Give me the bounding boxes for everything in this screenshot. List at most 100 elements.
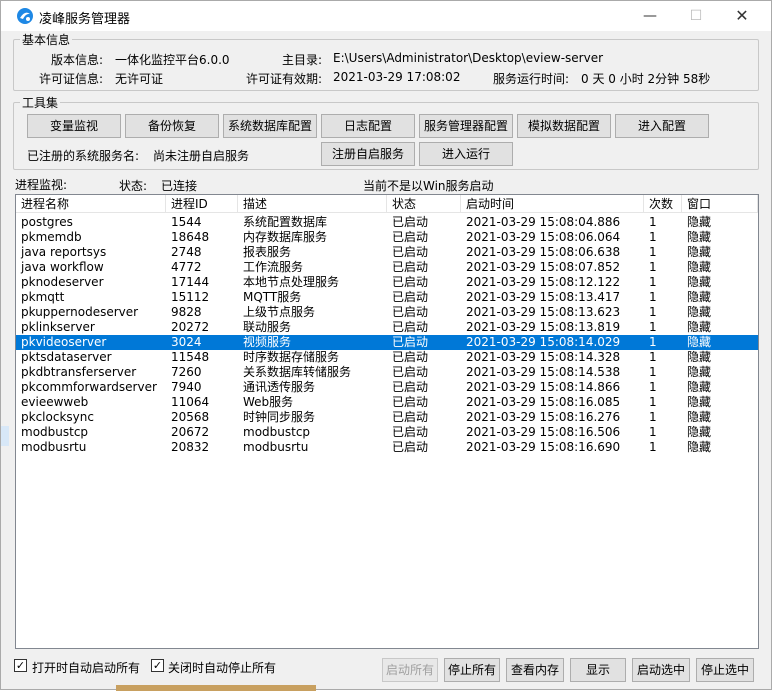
cell-description: 视频服务 — [243, 335, 292, 349]
cell-window: 隐藏 — [687, 425, 712, 439]
cell-process-name: pkclocksync — [21, 410, 94, 424]
cell-status: 已启动 — [392, 215, 429, 229]
backup-restore-button[interactable]: 备份恢复 — [125, 114, 219, 138]
cell-process-name: pktsdataserver — [21, 350, 112, 364]
cell-window: 隐藏 — [687, 215, 712, 229]
toolbox-title: 工具集 — [20, 94, 61, 111]
license-label: 许可证信息: — [39, 72, 104, 86]
table-row[interactable]: java workflow 4772 工作流服务 已启动 2021-03-29 15:0… — [16, 260, 758, 275]
column-header-window[interactable]: 窗口 — [682, 195, 758, 213]
table-row[interactable]: pkcommforwardserver 7940 通讯透传服务 已启动 2021-03-… — [16, 380, 758, 395]
service-manager-config-button[interactable]: 服务管理器配置 — [419, 114, 513, 138]
start-selected-button[interactable]: 启动选中 — [632, 658, 690, 682]
table-row[interactable]: postgres 1544 系统配置数据库 已启动 2021-03-29 15:08:0… — [16, 215, 758, 230]
process-list[interactable]: 进程名称 进程ID 描述 状态 启动时间 次数 窗口 postgres 1544 系统配置数据库… — [15, 194, 759, 649]
table-row[interactable]: modbusrtu 20832 modbusrtu 已启动 2021-03-29 15:… — [16, 440, 758, 455]
cell-process-id: 20832 — [171, 440, 210, 454]
stop-selected-button[interactable]: 停止选中 — [696, 658, 754, 682]
system-db-config-button[interactable]: 系统数据库配置 — [223, 114, 317, 138]
cell-window: 隐藏 — [687, 335, 712, 349]
auto-stop-all-checkbox[interactable]: ✓ — [151, 659, 164, 672]
log-config-button[interactable]: 日志配置 — [321, 114, 415, 138]
cell-count: 1 — [649, 245, 657, 259]
cell-count: 1 — [649, 440, 657, 454]
main-dir-label: 主目录: — [282, 53, 323, 67]
start-all-button[interactable]: 启动所有 — [382, 658, 438, 682]
cell-process-name: pklinkserver — [21, 320, 95, 334]
cell-process-name: pknodeserver — [21, 275, 104, 289]
column-header-count[interactable]: 次数 — [644, 195, 682, 213]
minimize-button[interactable]: — — [627, 1, 673, 31]
cell-process-id: 2748 — [171, 245, 202, 259]
cell-status: 已启动 — [392, 320, 429, 334]
table-row[interactable]: java reportsys 2748 报表服务 已启动 2021-03-29 15:0… — [16, 245, 758, 260]
table-row[interactable]: pkvideoserver 3024 视频服务 已启动 2021-03-29 15:08… — [16, 335, 758, 350]
table-row[interactable]: pkuppernodeserver 9828 上级节点服务 已启动 2021-03-29… — [16, 305, 758, 320]
auto-stop-all-label[interactable]: 关闭时自动停止所有 — [168, 659, 276, 676]
cell-process-name: modbusrtu — [21, 440, 87, 454]
app-logo-icon — [17, 8, 33, 24]
cell-status: 已启动 — [392, 350, 429, 364]
column-header-process-id[interactable]: 进程ID — [166, 195, 238, 213]
cell-process-id: 11064 — [171, 395, 210, 409]
table-row[interactable]: pkdbtransferserver 7260 关系数据库转储服务 已启动 2021-0… — [16, 365, 758, 380]
column-header-start-time[interactable]: 启动时间 — [461, 195, 644, 213]
cell-description: Web服务 — [243, 395, 294, 409]
auto-start-all-label[interactable]: 打开时自动启动所有 — [32, 659, 140, 676]
register-autostart-button[interactable]: 注册自启服务 — [321, 142, 415, 166]
cell-description: 工作流服务 — [243, 260, 304, 274]
table-row[interactable]: pktsdataserver 11548 时序数据存储服务 已启动 2021-03-29… — [16, 350, 758, 365]
column-header-description[interactable]: 描述 — [238, 195, 387, 213]
table-row[interactable]: pkmemdb 18648 内存数据库服务 已启动 2021-03-29 15:08:0… — [16, 230, 758, 245]
show-button[interactable]: 显示 — [570, 658, 626, 682]
cell-process-id: 7940 — [171, 380, 202, 394]
column-header-status[interactable]: 状态 — [387, 195, 461, 213]
connection-status-value: 已连接 — [161, 179, 198, 193]
cell-description: 上级节点服务 — [243, 305, 316, 319]
version-label: 版本信息: — [51, 53, 104, 67]
table-row[interactable]: evieewweb 11064 Web服务 已启动 2021-03-29 15:08:1… — [16, 395, 758, 410]
cell-window: 隐藏 — [687, 245, 712, 259]
version-value: 一体化监控平台6.0.0 — [115, 53, 230, 67]
cell-window: 隐藏 — [687, 410, 712, 424]
auto-start-all-checkbox[interactable]: ✓ — [14, 659, 27, 672]
cell-start-time: 2021-03-29 15:08:14.328 — [466, 350, 621, 364]
win-service-note: 当前不是以Win服务启动 — [363, 179, 494, 193]
table-row[interactable]: pkmqtt 15112 MQTT服务 已启动 2021-03-29 15:08:13.… — [16, 290, 758, 305]
cell-description: modbustcp — [243, 425, 311, 439]
cell-count: 1 — [649, 215, 657, 229]
cell-process-id: 20672 — [171, 425, 210, 439]
table-row[interactable]: modbustcp 20672 modbustcp 已启动 2021-03-29 15:… — [16, 425, 758, 440]
cell-process-id: 20568 — [171, 410, 210, 424]
stop-all-button[interactable]: 停止所有 — [444, 658, 500, 682]
variable-monitor-button[interactable]: 变量监视 — [27, 114, 121, 138]
cell-description: modbusrtu — [243, 440, 309, 454]
cell-process-id: 20272 — [171, 320, 210, 334]
enter-config-button[interactable]: 进入配置 — [615, 114, 709, 138]
view-memory-button[interactable]: 查看内存 — [506, 658, 564, 682]
cell-window: 隐藏 — [687, 365, 712, 379]
maximize-button[interactable]: ☐ — [673, 1, 719, 31]
cell-process-id: 18648 — [171, 230, 210, 244]
enter-run-button[interactable]: 进入运行 — [419, 142, 513, 166]
cell-status: 已启动 — [392, 425, 429, 439]
cell-count: 1 — [649, 410, 657, 424]
cell-description: 内存数据库服务 — [243, 230, 328, 244]
cell-start-time: 2021-03-29 15:08:06.638 — [466, 245, 621, 259]
table-row[interactable]: pkclocksync 20568 时钟同步服务 已启动 2021-03-29 15:0… — [16, 410, 758, 425]
cell-process-name: pkuppernodeserver — [21, 305, 139, 319]
background-window-edge — [1, 426, 9, 446]
process-monitor-label: 进程监视: — [15, 178, 68, 192]
cell-process-name: pkmqtt — [21, 290, 65, 304]
table-row[interactable]: pknodeserver 17144 本地节点处理服务 已启动 2021-03-29 1… — [16, 275, 758, 290]
table-row[interactable]: pklinkserver 20272 联动服务 已启动 2021-03-29 15:08… — [16, 320, 758, 335]
title-bar[interactable]: 凌峰服务管理器 — ☐ ✕ — [1, 1, 771, 31]
close-button[interactable]: ✕ — [719, 1, 765, 31]
cell-process-id: 1544 — [171, 215, 202, 229]
cell-count: 1 — [649, 395, 657, 409]
cell-start-time: 2021-03-29 15:08:13.417 — [466, 290, 621, 304]
simulated-data-config-button[interactable]: 模拟数据配置 — [517, 114, 611, 138]
column-header-process-name[interactable]: 进程名称 — [16, 195, 166, 213]
cell-process-id: 11548 — [171, 350, 210, 364]
cell-description: 本地节点处理服务 — [243, 275, 340, 289]
